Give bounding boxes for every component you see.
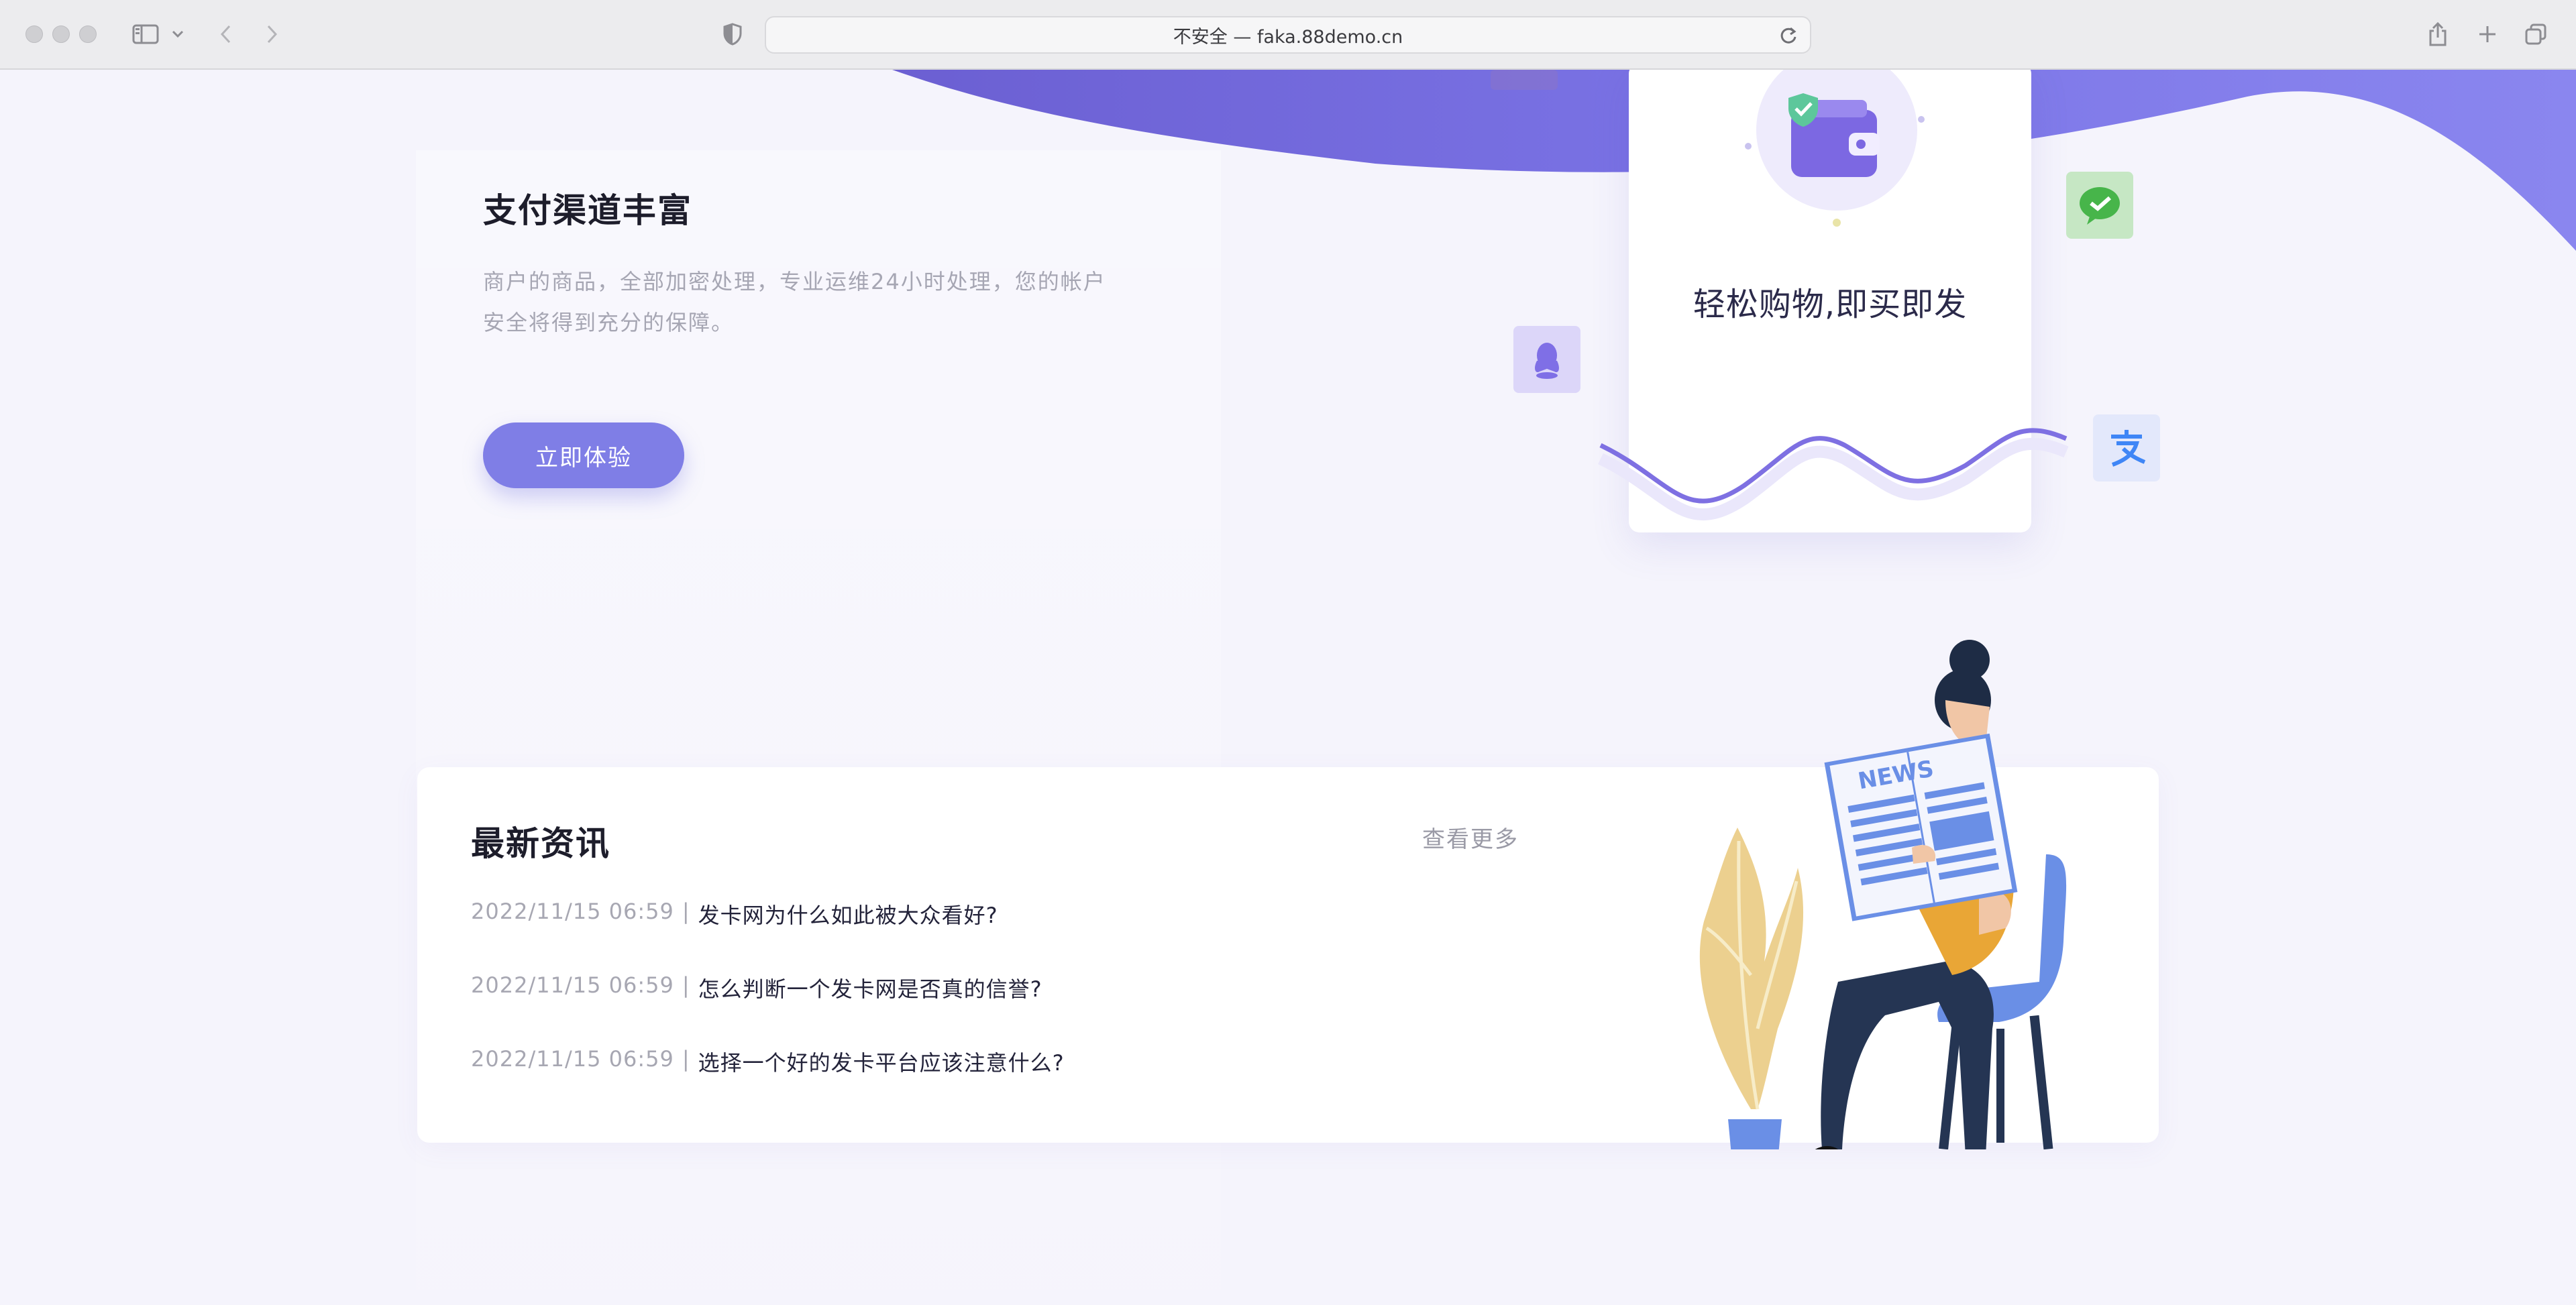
news-title-link[interactable]: 选择一个好的发卡平台应该注意什么?	[698, 1046, 1065, 1077]
shield-privacy-icon[interactable]	[719, 17, 746, 51]
news-date: 2022/11/15 06:59	[471, 972, 674, 998]
view-more-link[interactable]: 查看更多	[1422, 821, 1519, 854]
reload-icon[interactable]	[1779, 25, 1798, 50]
sidebar-toggle-icon[interactable]	[129, 17, 162, 51]
qq-icon	[1513, 326, 1580, 393]
chevron-down-icon[interactable]	[168, 17, 188, 51]
forward-arrow-icon[interactable]	[259, 17, 286, 51]
news-separator: |	[682, 1046, 690, 1072]
window-minimize-button[interactable]	[52, 25, 70, 43]
news-separator: |	[682, 972, 690, 998]
news-item[interactable]: 2022/11/15 06:59 | 怎么判断一个发卡网是否真的信誉?	[471, 972, 1065, 1046]
share-icon[interactable]	[2423, 17, 2453, 51]
news-title-link[interactable]: 发卡网为什么如此被大众看好?	[698, 899, 998, 929]
browser-toolbar: 不安全 — faka.88demo.cn	[0, 0, 2576, 70]
window-close-button[interactable]	[25, 25, 43, 43]
wechat-icon	[2066, 172, 2133, 239]
wave-line-decoration	[1598, 428, 2069, 521]
tabs-overview-icon[interactable]	[2521, 17, 2551, 51]
hero-description: 商户的商品，全部加密处理，专业运维24小时处理，您的帐户安全将得到充分的保障。	[483, 269, 1106, 335]
news-separator: |	[682, 899, 690, 924]
feature-caption: 轻松购物,即买即发	[1693, 286, 1968, 323]
hero-title: 支付渠道丰富	[483, 191, 692, 230]
wallet-icon	[1745, 70, 1925, 227]
news-date: 2022/11/15 06:59	[471, 1046, 674, 1072]
news-section-title: 最新资讯	[471, 824, 610, 863]
address-bar[interactable]: 不安全 — faka.88demo.cn	[765, 16, 1811, 54]
news-item[interactable]: 2022/11/15 06:59 | 发卡网为什么如此被大众看好?	[471, 899, 1065, 972]
header-wave-decoration	[892, 70, 2576, 251]
alipay-icon	[2093, 414, 2160, 481]
back-arrow-icon[interactable]	[212, 17, 239, 51]
url-text: 不安全 — faka.88demo.cn	[1173, 26, 1403, 48]
window-zoom-button[interactable]	[79, 25, 97, 43]
news-list: 2022/11/15 06:59 | 发卡网为什么如此被大众看好? 2022/1…	[471, 899, 1065, 1120]
new-tab-icon[interactable]	[2473, 17, 2502, 51]
reading-woman-illustration: NEWS	[1699, 640, 2067, 1149]
news-item[interactable]: 2022/11/15 06:59 | 选择一个好的发卡平台应该注意什么?	[471, 1046, 1065, 1120]
news-title-link[interactable]: 怎么判断一个发卡网是否真的信誉?	[698, 972, 1042, 1003]
page-viewport: 支付渠道丰富 商户的商品，全部加密处理，专业运维24小时处理，您的帐户安全将得到…	[0, 70, 2576, 1305]
try-now-button[interactable]: 立即体验	[483, 422, 684, 488]
news-date: 2022/11/15 06:59	[471, 899, 674, 924]
